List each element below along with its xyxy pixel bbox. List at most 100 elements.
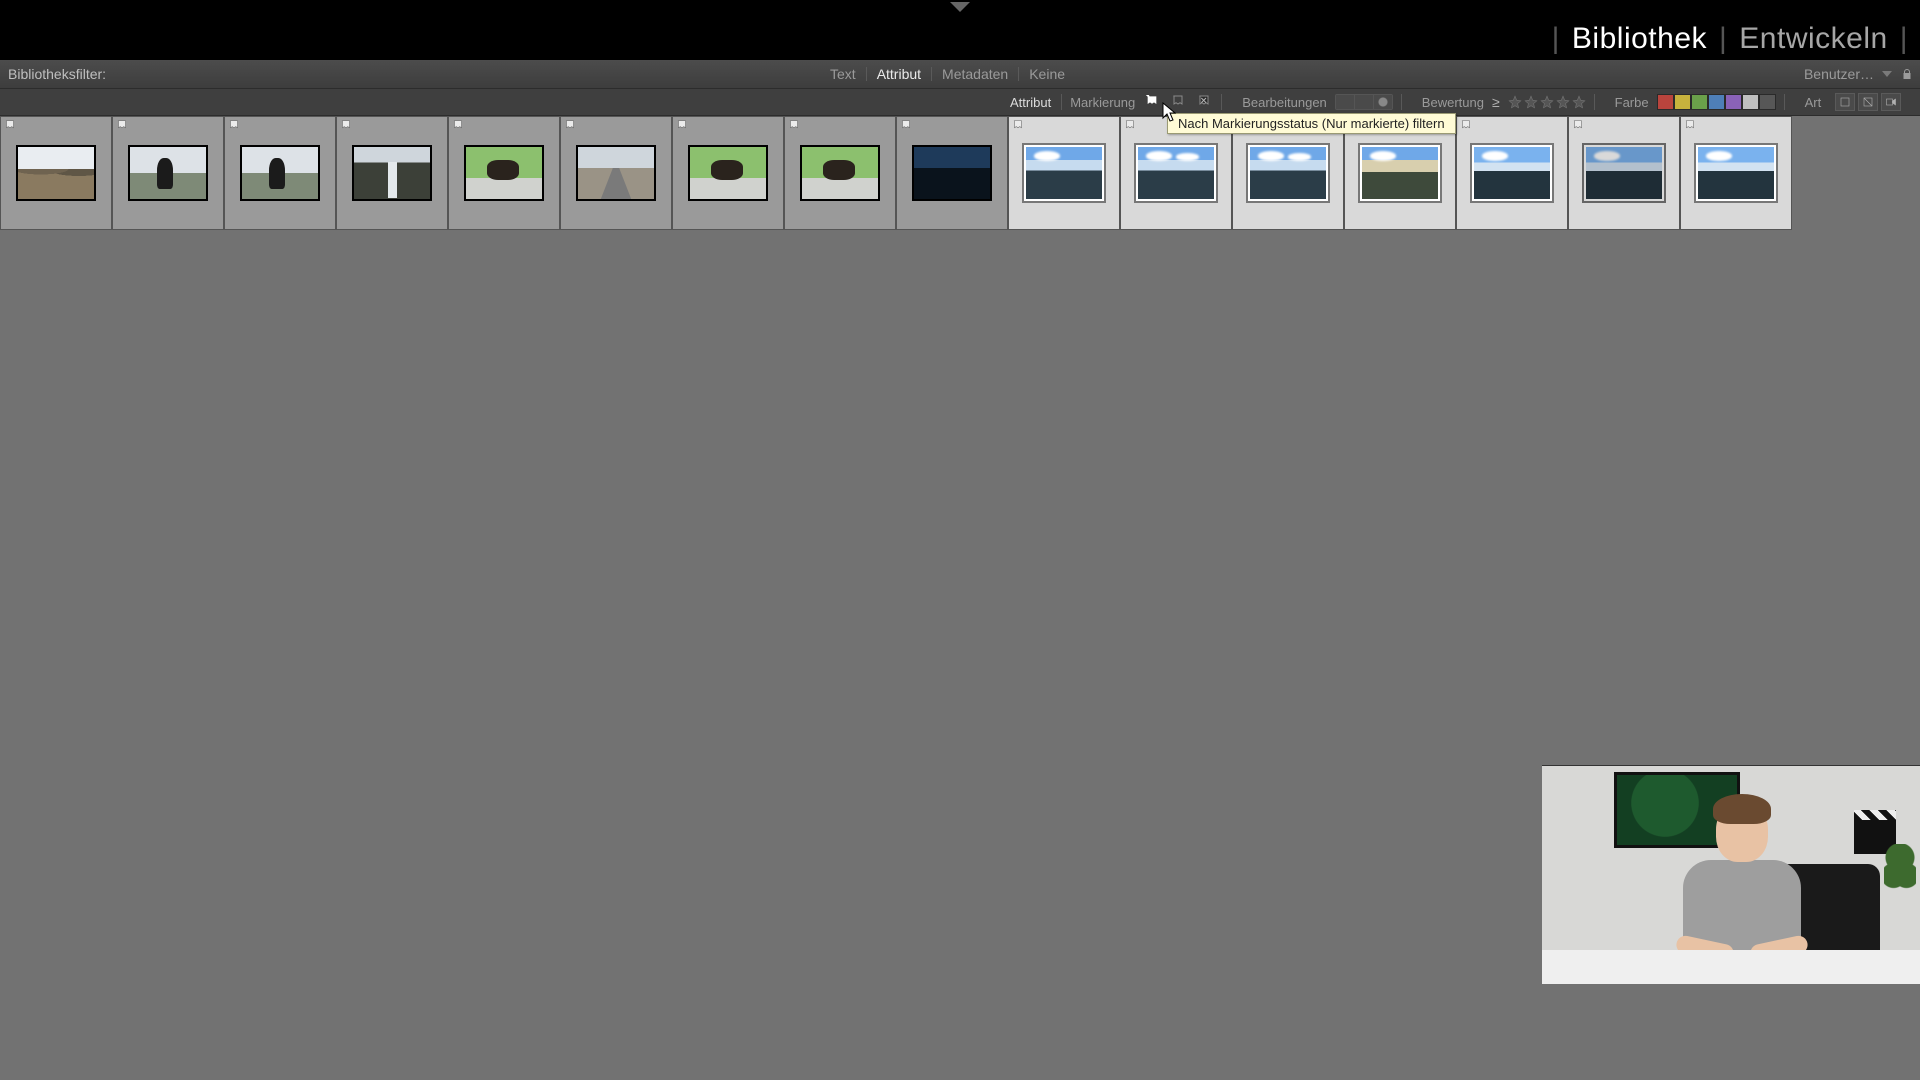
thumbnail-flag-icon[interactable] [1683, 119, 1697, 133]
rating-operator[interactable]: ≥ [1492, 94, 1500, 110]
thumbnail-cell[interactable] [560, 116, 672, 230]
attribute-section-label: Attribut [1010, 95, 1051, 110]
thumbnail-cell[interactable] [112, 116, 224, 230]
thumbnail-image[interactable] [128, 145, 208, 201]
edits-seg-any[interactable] [1355, 95, 1374, 109]
presenter-webcam-overlay [1542, 765, 1920, 984]
top-bar: | Bibliothek | Entwickeln | [0, 0, 1920, 60]
flag-filter-group: Markierung [1051, 89, 1232, 115]
color-swatches [1657, 94, 1776, 110]
module-library[interactable]: Bibliothek [1560, 22, 1719, 56]
plant-prop [1884, 844, 1916, 934]
library-filter-bar: Bibliotheksfilter: Text Attribut Metadat… [0, 60, 1920, 89]
thumbnail-cell[interactable] [1568, 116, 1680, 230]
filter-preset-area: Benutzer… [1804, 60, 1914, 88]
flag-rejected-icon[interactable] [1195, 93, 1213, 111]
star-5-icon[interactable] [1572, 95, 1586, 109]
thumbnail-flag-icon[interactable] [1123, 119, 1137, 133]
thumbnail-image[interactable] [1024, 145, 1104, 201]
thumbnail-image[interactable] [464, 145, 544, 201]
star-3-icon[interactable] [1540, 95, 1554, 109]
color-custom-swatch[interactable] [1759, 94, 1776, 110]
color-green-swatch[interactable] [1691, 94, 1708, 110]
thumbnail-cell[interactable] [1680, 116, 1792, 230]
thumbnail-flag-icon[interactable] [3, 119, 17, 133]
thumbnail-flag-icon[interactable] [1571, 119, 1585, 133]
thumbnail-image[interactable] [1360, 145, 1440, 201]
thumbnail-flag-icon[interactable] [115, 119, 129, 133]
chevron-down-icon[interactable] [1882, 71, 1892, 77]
thumbnail-flag-icon[interactable] [1011, 119, 1025, 133]
filter-tab-metadata[interactable]: Metadaten [932, 66, 1018, 82]
flag-picked-icon[interactable] [1143, 93, 1161, 111]
module-separator: | [1900, 22, 1912, 56]
thumbnail-cell[interactable] [1008, 116, 1120, 230]
rating-filter-label: Bewertung [1422, 95, 1484, 110]
thumbnail-flag-icon[interactable] [227, 119, 241, 133]
thumbnail-image[interactable] [1584, 145, 1664, 201]
color-red-swatch[interactable] [1657, 94, 1674, 110]
thumbnail-image[interactable] [912, 145, 992, 201]
color-none-swatch[interactable] [1742, 94, 1759, 110]
kind-video-icon[interactable] [1881, 93, 1901, 111]
edits-seg-unedited[interactable] [1336, 95, 1355, 109]
filter-tabs: Text Attribut Metadaten Keine [820, 60, 1075, 88]
thumbnail-image[interactable] [1696, 145, 1776, 201]
edits-seg-edited[interactable] [1374, 95, 1392, 109]
desk-surface [1542, 950, 1920, 984]
divider [1061, 94, 1062, 110]
thumbnail-flag-icon[interactable] [675, 119, 689, 133]
reveal-panel-chevron-icon[interactable] [950, 2, 970, 12]
thumbnail-cell[interactable] [672, 116, 784, 230]
color-filter-group: Farbe [1605, 89, 1795, 115]
thumbnail-image[interactable] [576, 145, 656, 201]
filter-tab-none[interactable]: Keine [1019, 66, 1075, 82]
star-2-icon[interactable] [1524, 95, 1538, 109]
thumbnail-cell[interactable] [336, 116, 448, 230]
thumbnail-flag-icon[interactable] [1459, 119, 1473, 133]
module-separator: | [1719, 22, 1727, 56]
color-blue-swatch[interactable] [1708, 94, 1725, 110]
kind-virtual-icon[interactable] [1858, 93, 1878, 111]
star-1-icon[interactable] [1508, 95, 1522, 109]
thumbnail-cell[interactable] [1456, 116, 1568, 230]
thumbnail-cell[interactable] [0, 116, 112, 230]
filter-tab-attribute[interactable]: Attribut [867, 66, 931, 82]
module-separator: | [1552, 22, 1560, 56]
thumbnail-cell[interactable] [896, 116, 1008, 230]
edits-tristate[interactable] [1335, 94, 1393, 110]
thumbnail-flag-icon[interactable] [339, 119, 353, 133]
thumbnail-flag-icon[interactable] [451, 119, 465, 133]
thumbnail-image[interactable] [688, 145, 768, 201]
flag-picked-tooltip: Nach Markierungsstatus (Nur markierte) f… [1167, 113, 1456, 134]
thumbnail-image[interactable] [16, 145, 96, 201]
kind-master-icon[interactable] [1835, 93, 1855, 111]
rating-filter-group: Bewertung ≥ [1412, 89, 1605, 115]
thumbnail-image[interactable] [1248, 145, 1328, 201]
color-yellow-swatch[interactable] [1674, 94, 1691, 110]
thumbnail-image[interactable] [352, 145, 432, 201]
module-develop[interactable]: Entwickeln [1727, 22, 1899, 56]
color-filter-label: Farbe [1615, 95, 1649, 110]
thumbnail-cell[interactable] [784, 116, 896, 230]
thumbnail-flag-icon[interactable] [563, 119, 577, 133]
thumbnail-image[interactable] [800, 145, 880, 201]
divider [1594, 94, 1595, 110]
kind-filter-group: Art [1795, 89, 1912, 115]
thumbnail-image[interactable] [1472, 145, 1552, 201]
color-purple-swatch[interactable] [1725, 94, 1742, 110]
presenter-person [1672, 784, 1812, 964]
attribute-filter-bar: Attribut Markierung Bearbeitungen Bewert… [0, 89, 1920, 116]
thumbnail-cell[interactable] [224, 116, 336, 230]
star-4-icon[interactable] [1556, 95, 1570, 109]
thumbnail-image[interactable] [1136, 145, 1216, 201]
flag-unflagged-icon[interactable] [1169, 93, 1187, 111]
lock-icon[interactable] [1900, 67, 1914, 81]
thumbnail-image[interactable] [240, 145, 320, 201]
filter-preset-label[interactable]: Benutzer… [1804, 66, 1874, 82]
filter-tab-text[interactable]: Text [820, 66, 866, 82]
edits-filter-group: Bearbeitungen [1232, 89, 1412, 115]
thumbnail-flag-icon[interactable] [899, 119, 913, 133]
thumbnail-cell[interactable] [448, 116, 560, 230]
thumbnail-flag-icon[interactable] [787, 119, 801, 133]
